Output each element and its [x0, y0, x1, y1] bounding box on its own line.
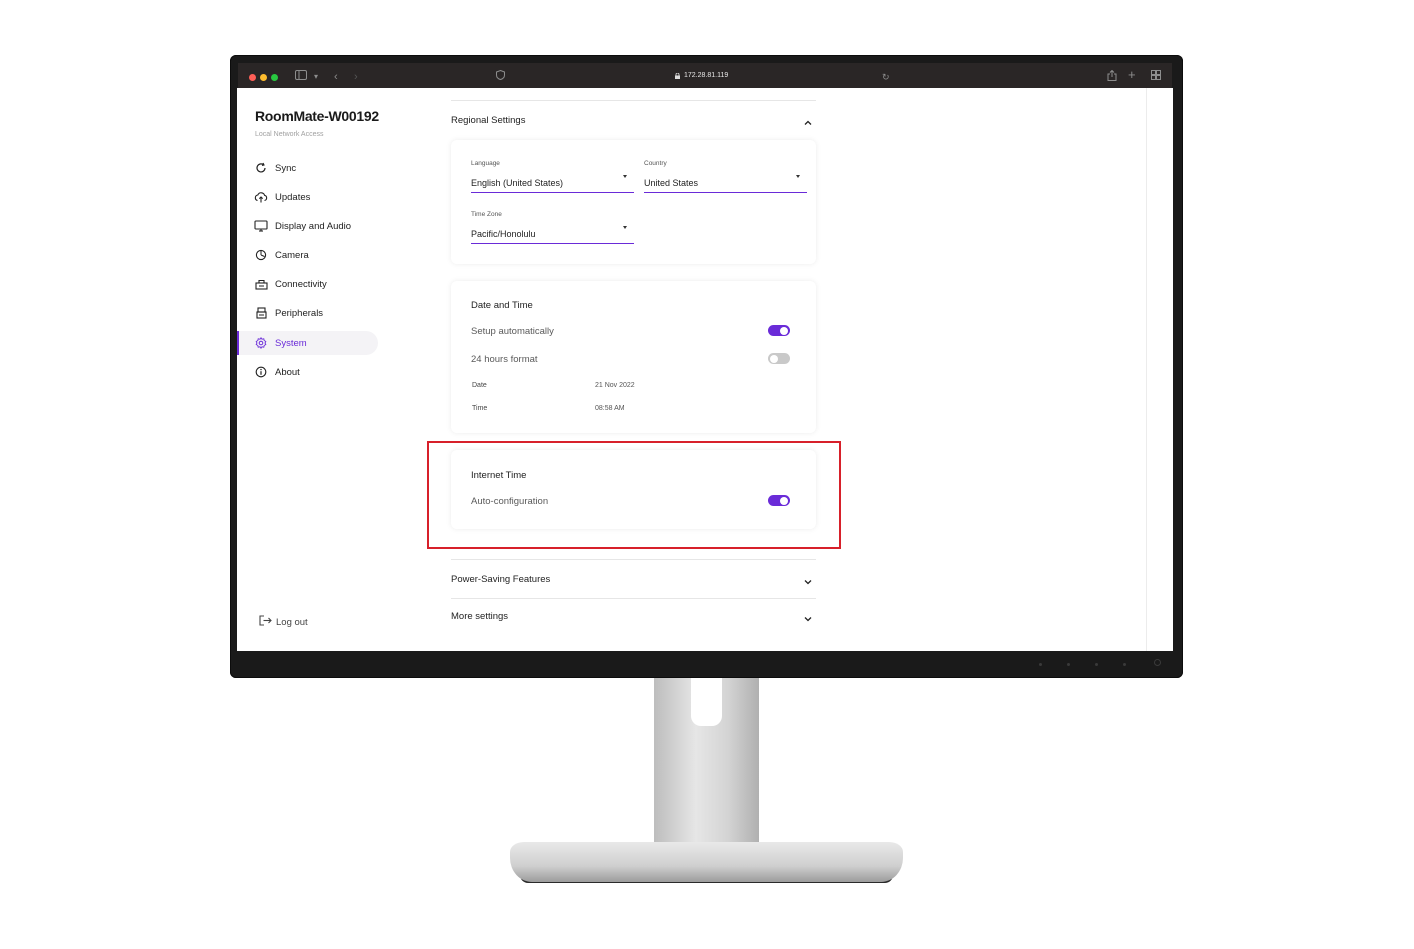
chevron-down-icon[interactable]	[623, 175, 627, 178]
monitor-button[interactable]	[1123, 663, 1126, 666]
format24-label: 24 hours format	[471, 354, 538, 365]
sidebar-item-label: About	[275, 366, 300, 378]
share-icon[interactable]	[1107, 69, 1117, 85]
regional-settings-header[interactable]: Regional Settings	[451, 111, 816, 131]
active-indicator	[237, 331, 239, 355]
monitor: ▾ ‹ › 172.28.81.119 ↻ + RoomMate-W00192 …	[230, 55, 1183, 678]
sidebar-item-label: Display and Audio	[275, 220, 352, 232]
info-icon	[254, 365, 268, 379]
forward-icon[interactable]: ›	[354, 70, 358, 84]
sidebar-item-peripherals[interactable]: Peripherals	[237, 301, 378, 325]
country-underline	[644, 192, 807, 193]
cloud-upload-icon	[254, 190, 268, 204]
device-subtitle: Local Network Access	[255, 131, 324, 138]
peripheral-icon	[254, 306, 268, 320]
date-label: Date	[472, 382, 487, 389]
sidebar-item-system[interactable]: System	[237, 331, 378, 355]
back-icon[interactable]: ‹	[334, 70, 338, 84]
reload-icon[interactable]: ↻	[882, 70, 890, 84]
date-value: 21 Nov 2022	[595, 382, 635, 389]
sidebar-item-label: System	[275, 337, 307, 349]
sidebar-item-connectivity[interactable]: Connectivity	[237, 272, 378, 296]
web-page: RoomMate-W00192 Local Network Access Syn…	[237, 88, 1173, 651]
divider	[451, 598, 816, 599]
sidebar-item-camera[interactable]: Camera	[237, 243, 378, 267]
sidebar-item-label: Camera	[275, 249, 309, 261]
tab-overview-icon[interactable]	[1151, 70, 1161, 84]
chevron-down-icon[interactable]	[803, 611, 813, 622]
sync-icon	[254, 161, 268, 175]
section-title: Regional Settings	[451, 115, 526, 126]
logout-label: Log out	[276, 616, 308, 628]
shield-icon[interactable]	[496, 69, 505, 84]
section-title: Power-Saving Features	[451, 574, 551, 585]
timezone-label: Time Zone	[471, 211, 502, 218]
new-tab-icon[interactable]: +	[1128, 68, 1136, 82]
sidebar-item-label: Peripherals	[275, 307, 324, 319]
gear-icon	[254, 336, 268, 350]
regional-settings-card: Language English (United States) Country…	[451, 140, 816, 264]
card-title: Date and Time	[471, 300, 533, 311]
close-window-button[interactable]	[249, 74, 256, 81]
section-title: More settings	[451, 611, 509, 622]
sidebar-item-updates[interactable]: Updates	[237, 185, 378, 209]
setup-auto-toggle[interactable]	[768, 325, 790, 336]
monitor-button[interactable]	[1095, 663, 1098, 666]
logout-icon	[259, 615, 272, 629]
more-settings-header[interactable]: More settings	[451, 607, 816, 627]
browser-toolbar: ▾ ‹ › 172.28.81.119 ↻ +	[238, 63, 1172, 89]
url-text: 172.28.81.119	[684, 72, 729, 79]
camera-icon	[254, 248, 268, 262]
device-name: RoomMate-W00192	[255, 108, 379, 124]
power-icon[interactable]	[1154, 659, 1161, 666]
sidebar-item-sync[interactable]: Sync	[237, 156, 378, 180]
monitor-stand-base	[510, 842, 903, 882]
main-content: Regional Settings Language English (Unit…	[451, 88, 831, 651]
divider	[451, 100, 816, 101]
right-divider	[1146, 88, 1147, 651]
sidebar-toggle-icon[interactable]	[295, 70, 307, 84]
sidebar-item-display-and-audio[interactable]: Display and Audio	[237, 214, 378, 238]
sidebar-item-about[interactable]: About	[237, 360, 378, 384]
country-select[interactable]: United States	[644, 178, 698, 188]
date-time-card: Date and Time Setup automatically 24 hou…	[451, 281, 816, 433]
language-select[interactable]: English (United States)	[471, 178, 563, 188]
timezone-select[interactable]: Pacific/Honolulu	[471, 229, 536, 239]
monitor-icon	[254, 219, 268, 233]
lock-icon	[675, 71, 680, 85]
maximize-window-button[interactable]	[271, 74, 278, 81]
logout-button[interactable]: Log out	[259, 615, 308, 629]
chevron-down-icon[interactable]	[796, 175, 800, 178]
chevron-down-icon[interactable]	[623, 226, 627, 229]
format24-toggle[interactable]	[768, 353, 790, 364]
time-label: Time	[472, 405, 488, 412]
sidebar-item-label: Connectivity	[275, 278, 327, 290]
chevron-down-icon[interactable]	[803, 574, 813, 585]
sidebar-item-label: Updates	[275, 191, 311, 203]
country-label: Country	[644, 160, 667, 167]
language-label: Language	[471, 160, 500, 167]
monitor-button[interactable]	[1067, 663, 1070, 666]
setup-auto-label: Setup automatically	[471, 326, 554, 337]
stand-cable-hole	[691, 678, 722, 726]
network-icon	[254, 277, 268, 291]
chevron-down-icon[interactable]: ▾	[314, 70, 318, 84]
power-saving-header[interactable]: Power-Saving Features	[451, 570, 816, 590]
language-underline	[471, 192, 634, 193]
minimize-window-button[interactable]	[260, 74, 267, 81]
highlight-box	[427, 441, 841, 549]
timezone-underline	[471, 243, 634, 244]
time-value: 08:58 AM	[595, 405, 625, 412]
divider	[451, 559, 816, 560]
chevron-up-icon[interactable]	[803, 115, 813, 125]
sidebar-item-label: Sync	[275, 162, 297, 174]
monitor-button[interactable]	[1039, 663, 1042, 666]
